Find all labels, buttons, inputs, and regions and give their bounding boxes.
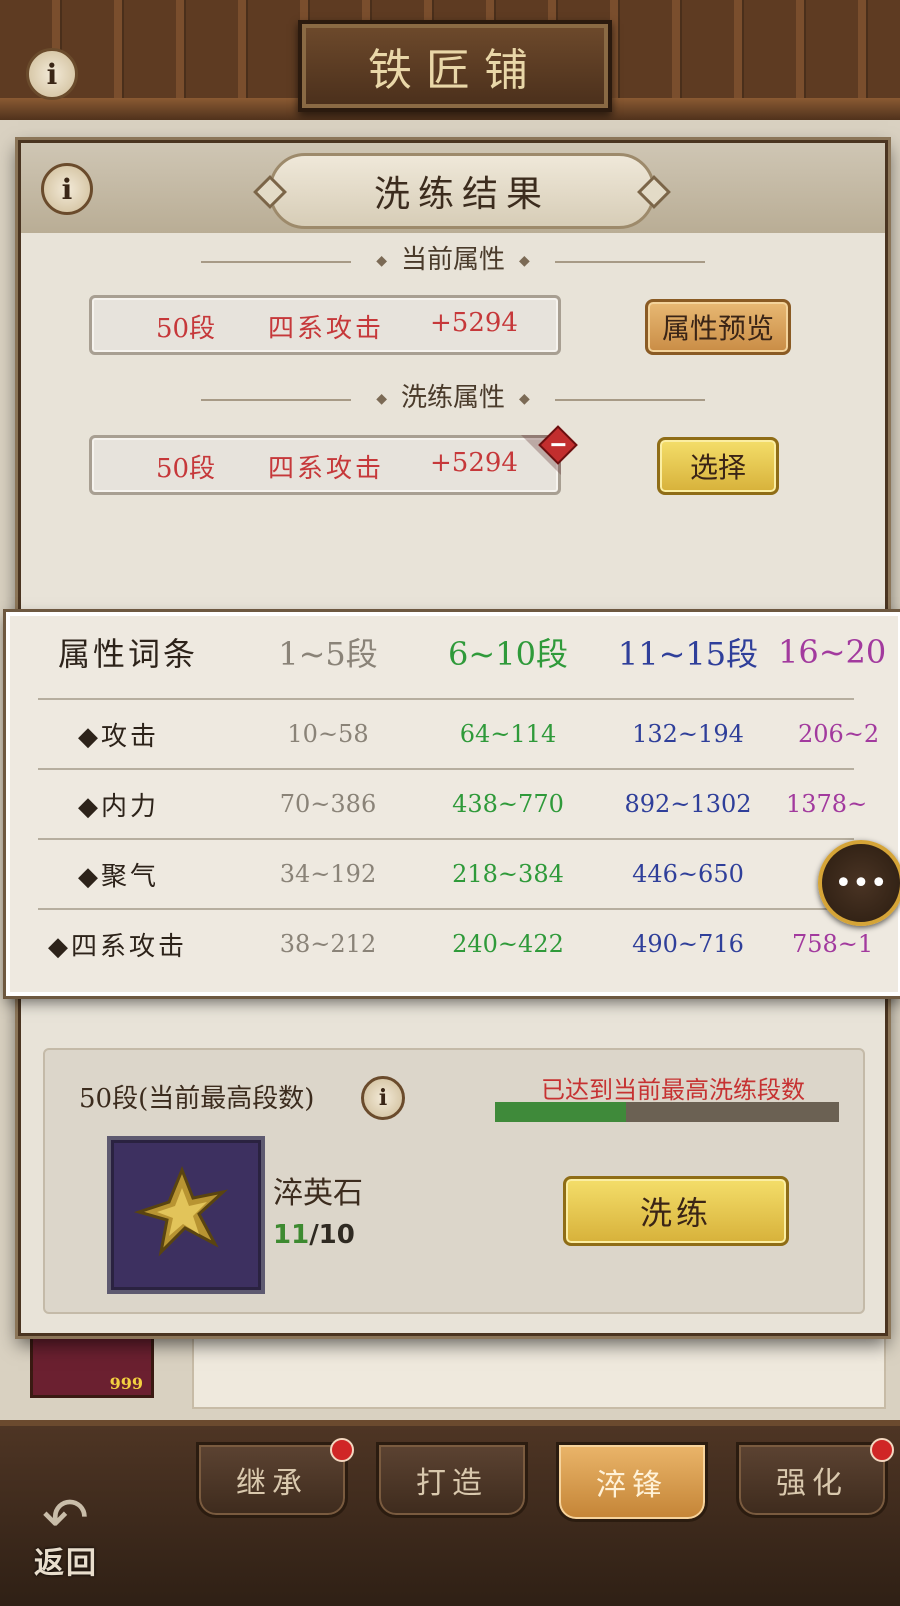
tab-forge[interactable]: 打造 bbox=[376, 1442, 528, 1518]
dialog-title: 洗练结果 bbox=[373, 174, 550, 215]
table-header-col3: 11~15段 bbox=[617, 635, 759, 673]
table-header-col4: 16~20 bbox=[778, 633, 887, 671]
refined-attr-name: 四系攻击 bbox=[268, 454, 385, 484]
table-cell: 1378~ bbox=[786, 790, 868, 818]
progress-bar-fill bbox=[495, 1102, 626, 1122]
back-button[interactable]: ↶ 返回 bbox=[30, 1486, 120, 1581]
material-count: 11/10 bbox=[273, 1220, 355, 1250]
attribute-preview-button[interactable]: 属性预览 bbox=[645, 299, 791, 355]
table-cell: 38~212 bbox=[279, 930, 377, 958]
table-row: ◆四系攻击 38~212 240~422 490~716 758~1 bbox=[38, 910, 873, 978]
table-row-name: ◆四系攻击 bbox=[48, 931, 187, 962]
table-cell: 10~58 bbox=[287, 720, 369, 748]
dialog-info-icon[interactable]: i bbox=[41, 163, 93, 215]
tier-info-icon[interactable]: i bbox=[361, 1076, 405, 1120]
table-row: ◆内力 70~386 438~770 892~1302 1378~ bbox=[38, 770, 867, 838]
header-info-icon[interactable]: i bbox=[26, 48, 78, 100]
back-label: 返回 bbox=[34, 1546, 98, 1581]
crystal-ore-icon bbox=[133, 1165, 228, 1257]
select-button[interactable]: 选择 bbox=[657, 437, 779, 495]
table-cell: 240~422 bbox=[452, 930, 564, 958]
table-row: ◆聚气 34~192 218~384 446~650 6 bbox=[38, 840, 858, 908]
page-title-plaque: 铁匠铺 bbox=[298, 20, 612, 112]
table-row: ◆攻击 10~58 64~114 132~194 206~2 bbox=[38, 700, 879, 768]
table-cell: 892~1302 bbox=[624, 790, 752, 818]
current-attr-tier: 50段 bbox=[156, 314, 216, 344]
table-header-col1: 1~5段 bbox=[278, 635, 378, 673]
material-required: /10 bbox=[309, 1220, 355, 1250]
table-cell: 446~650 bbox=[632, 860, 744, 888]
table-cell: 218~384 bbox=[452, 860, 564, 888]
current-attr-name: 四系攻击 bbox=[268, 314, 385, 344]
material-owned: 11 bbox=[273, 1220, 310, 1250]
current-attr-box: 50段 四系攻击 +5294 bbox=[89, 295, 561, 355]
table-cell: 206~2 bbox=[798, 720, 880, 748]
attribute-range-table: 属性词条 1~5段 6~10段 11~15段 16~20 ◆攻击 10~58 6… bbox=[6, 612, 900, 996]
material-name: 淬英石 bbox=[273, 1176, 363, 1211]
tab-temper[interactable]: 淬锋 bbox=[556, 1442, 708, 1522]
refine-button[interactable]: 洗练 bbox=[563, 1176, 789, 1246]
tab-inherit[interactable]: 继承 bbox=[196, 1442, 348, 1518]
table-header-name: 属性词条 bbox=[58, 635, 199, 673]
progress-note: 已达到当前最高洗练段数 bbox=[541, 1076, 805, 1104]
table-row-name: ◆攻击 bbox=[78, 721, 159, 752]
refined-attr-label: 洗练属性 bbox=[21, 377, 885, 414]
dialog-title-plate: 洗练结果 bbox=[269, 153, 655, 229]
table-cell: 438~770 bbox=[452, 790, 564, 818]
table-row-name: ◆内力 bbox=[78, 791, 159, 822]
current-attr-label: 当前属性 bbox=[21, 239, 885, 276]
table-cell: 132~194 bbox=[632, 720, 744, 748]
refined-attr-tier: 50段 bbox=[156, 454, 216, 484]
table-cell: 64~114 bbox=[459, 720, 557, 748]
tab-enhance-badge bbox=[870, 1438, 894, 1462]
current-attr-value: +5294 bbox=[430, 308, 518, 338]
table-cell: 70~386 bbox=[279, 790, 377, 818]
background-item-count: 999 bbox=[109, 1374, 143, 1393]
tab-inherit-badge bbox=[330, 1438, 354, 1462]
refined-attr-box[interactable]: 50段 四系攻击 +5294 bbox=[89, 435, 561, 495]
page-title: 铁匠铺 bbox=[368, 45, 542, 96]
material-item-slot[interactable] bbox=[107, 1136, 265, 1294]
progress-bar bbox=[495, 1102, 839, 1122]
refine-panel: 50段(当前最高段数) i 已达到当前最高洗练段数 淬英石 11/10 洗练 bbox=[43, 1048, 865, 1314]
table-row-name: ◆聚气 bbox=[78, 861, 159, 892]
table-header-row: 属性词条 1~5段 6~10段 11~15段 16~20 bbox=[38, 618, 886, 686]
table-cell: 490~716 bbox=[632, 930, 744, 958]
table-cell: 34~192 bbox=[279, 860, 377, 888]
refined-attr-value: +5294 bbox=[430, 448, 518, 478]
max-tier-label: 50段(当前最高段数) bbox=[79, 1084, 315, 1114]
table-header-col2: 6~10段 bbox=[448, 635, 568, 673]
tab-enhance[interactable]: 强化 bbox=[736, 1442, 888, 1518]
chat-bubble-icon[interactable]: ••• bbox=[818, 840, 900, 926]
